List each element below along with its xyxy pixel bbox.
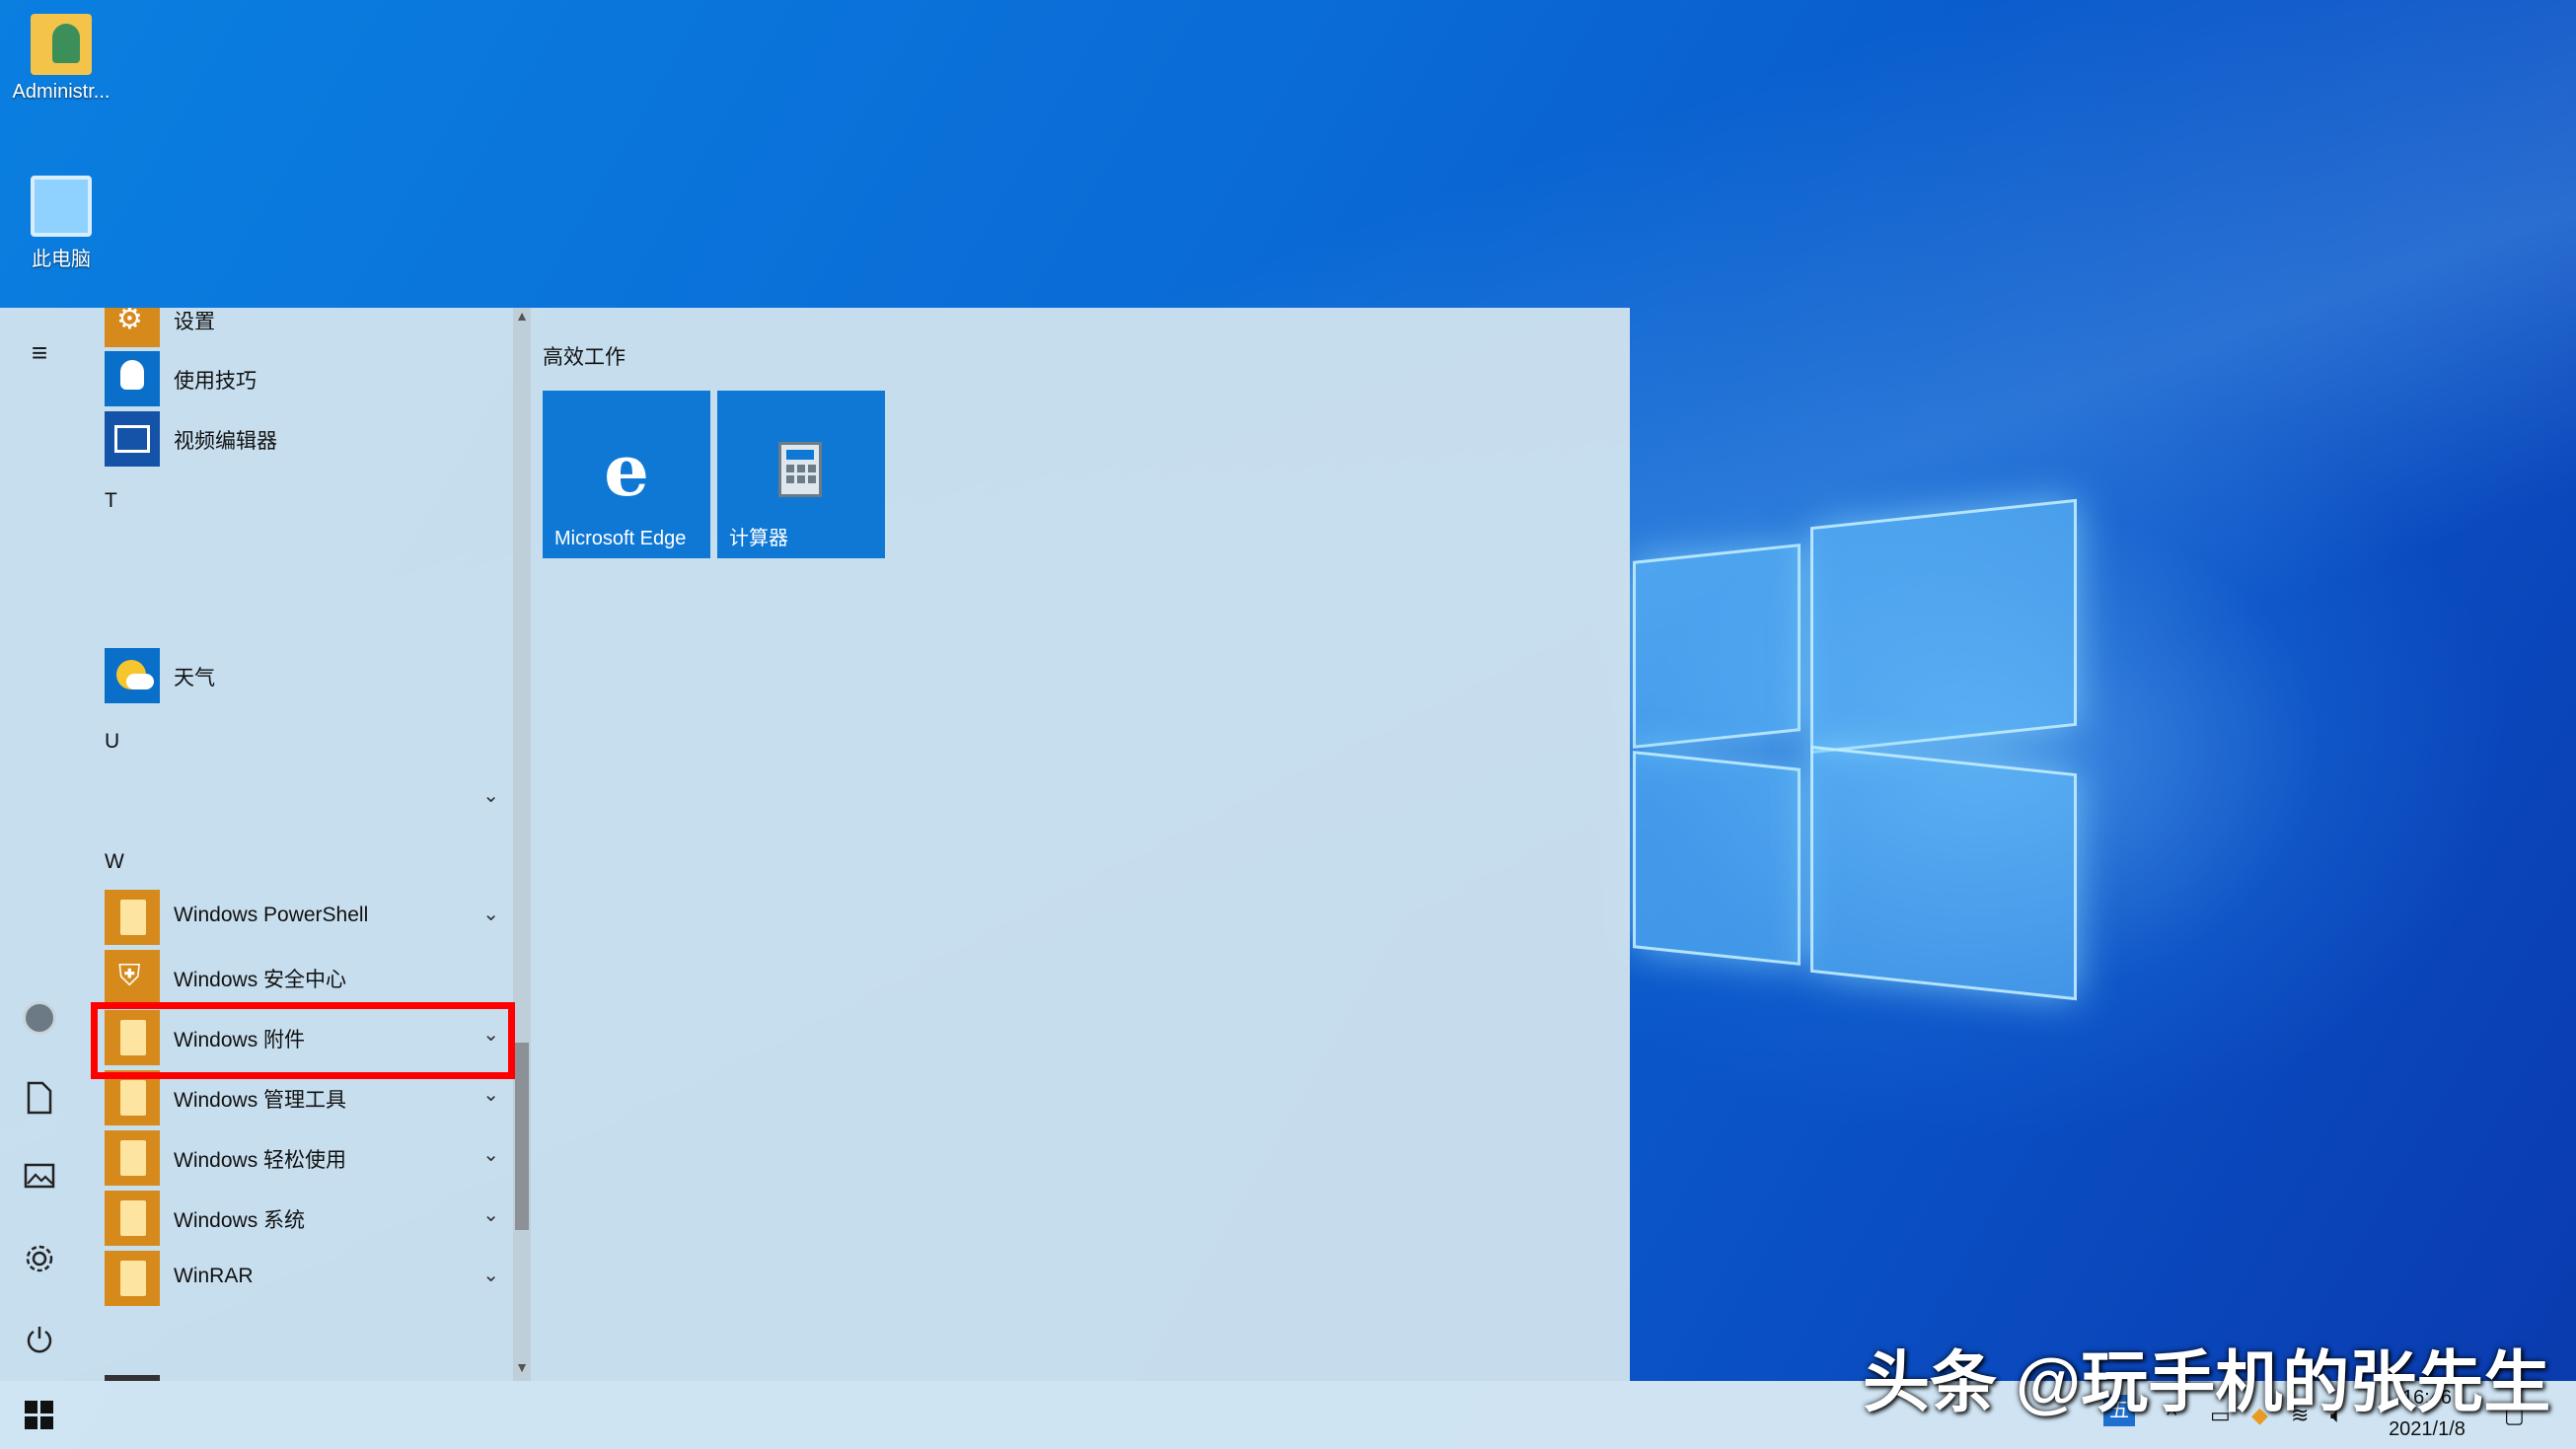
app-label: 使用技巧	[174, 370, 257, 393]
lightbulb-icon	[105, 351, 160, 406]
app-label: Windows 轻松使用	[174, 1149, 347, 1172]
chevron-down-icon: ⌄	[482, 904, 499, 925]
highlight-box-windows-accessories	[91, 1002, 515, 1079]
tile-group-title[interactable]: 高效工作	[543, 341, 626, 371]
letter-header-t[interactable]: T	[105, 489, 117, 513]
app-label: Windows 安全中心	[174, 969, 347, 991]
letter-header-w[interactable]: W	[105, 850, 124, 874]
start-button[interactable]	[0, 1381, 79, 1449]
folder-icon	[105, 1251, 160, 1306]
desktop-icon-label: 此电脑	[32, 249, 91, 270]
power-icon[interactable]	[22, 1324, 57, 1359]
scrollbar-thumb[interactable]	[515, 1043, 529, 1230]
app-security-center[interactable]: ⛨ Windows 安全中心	[105, 950, 509, 1005]
app-label: Windows 系统	[174, 1209, 306, 1232]
chevron-down-icon: ⌄	[482, 1084, 499, 1106]
computer-icon	[31, 176, 92, 237]
app-tips[interactable]: 使用技巧	[105, 351, 509, 406]
folder-icon	[105, 890, 160, 945]
app-label: Windows 管理工具	[174, 1089, 347, 1112]
tile-label: 计算器	[729, 528, 788, 549]
start-menu-rail: ≡	[0, 308, 79, 1381]
weather-sun-icon	[105, 648, 160, 703]
tile-microsoft-edge[interactable]: e Microsoft Edge	[543, 391, 710, 558]
app-label: WinRAR	[174, 1265, 254, 1287]
calculator-icon	[778, 442, 822, 497]
settings-gear-icon[interactable]	[22, 1243, 57, 1278]
video-editor-icon	[105, 411, 160, 467]
app-video-editor[interactable]: 视频编辑器	[105, 411, 509, 467]
app-folder-system[interactable]: Windows 系统 ⌄	[105, 1191, 509, 1246]
app-folder-ease-of-access[interactable]: Windows 轻松使用 ⌄	[105, 1130, 509, 1186]
app-label: 天气	[174, 667, 215, 689]
desktop-icon-administrator[interactable]: Administr...	[2, 14, 120, 104]
settings-gear-icon: ⚙	[105, 308, 160, 347]
user-avatar-icon[interactable]	[22, 1000, 57, 1036]
tile-calculator[interactable]: 计算器	[717, 391, 885, 558]
shield-icon: ⛨	[105, 950, 160, 1005]
chevron-down-icon: ⌄	[482, 1265, 499, 1286]
scroll-down-arrow-icon[interactable]: ▼	[513, 1359, 531, 1375]
hamburger-menu-icon[interactable]: ≡	[22, 335, 57, 371]
app-list: ⚙ 设置 使用技巧 视频编辑器 T 天气 U ⌄ W Windows Power…	[79, 308, 513, 1381]
app-list-scrollbar[interactable]: ▲ ▼	[513, 308, 531, 1381]
app-weather[interactable]: 天气	[105, 648, 509, 703]
app-label: 视频编辑器	[174, 430, 277, 453]
folder-icon	[105, 1130, 160, 1186]
watermark-text: 头条 @玩手机的张先生	[1863, 1345, 2551, 1420]
folder-icon	[105, 1191, 160, 1246]
desktop-icon-this-pc[interactable]: 此电脑	[2, 176, 120, 271]
documents-icon[interactable]	[22, 1081, 57, 1117]
chevron-down-icon: ⌄	[482, 785, 499, 807]
collapsed-folder-row[interactable]: ⌄	[105, 771, 509, 821]
chevron-down-icon: ⌄	[482, 1144, 499, 1166]
letter-header-u[interactable]: U	[105, 730, 119, 754]
app-folder-powershell[interactable]: Windows PowerShell ⌄	[105, 890, 509, 945]
windows-logo-icon	[25, 1401, 53, 1429]
app-label: 设置	[174, 311, 215, 333]
scroll-up-arrow-icon[interactable]: ▲	[513, 308, 531, 324]
start-menu: ≡ ⚙ 设置 使用技巧 视频编辑器 T 天气 U ⌄ W Windows Pow…	[0, 308, 1630, 1381]
user-folder-icon	[31, 14, 92, 75]
app-label: Windows PowerShell	[174, 904, 369, 926]
chevron-down-icon: ⌄	[482, 1204, 499, 1226]
edge-logo-icon: e	[604, 428, 649, 512]
pictures-icon[interactable]	[22, 1162, 57, 1197]
wallpaper-glow	[1628, 355, 2516, 1144]
tile-label: Microsoft Edge	[554, 528, 687, 549]
desktop-icon-label: Administr...	[12, 81, 110, 103]
app-folder-winrar[interactable]: WinRAR ⌄	[105, 1251, 509, 1306]
app-settings[interactable]: ⚙ 设置	[105, 308, 509, 347]
